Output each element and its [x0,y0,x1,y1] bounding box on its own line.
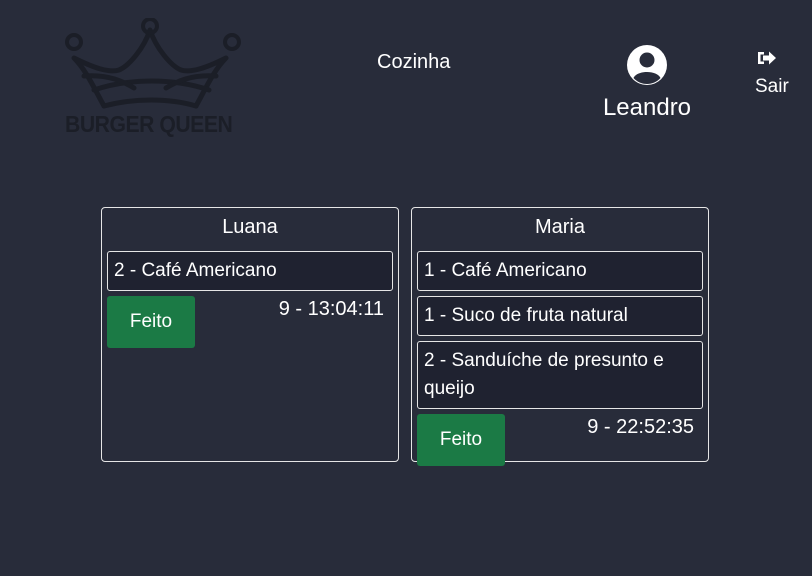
kitchen-page: BURGER QUEEN Cozinha Leandro Sair Luana … [0,0,812,576]
order-item: 2 - Sanduíche de presunto e queijo [417,341,703,409]
order-time: 9 - 22:52:35 [587,416,694,438]
user-name: Leandro [602,94,692,121]
logo-text: BURGER QUEEN [65,111,233,137]
user-circle-icon [627,45,667,85]
logout-button[interactable]: Sair [755,49,789,98]
page-title: Cozinha [377,51,451,73]
order-card: Luana 2 - Café Americano Feito 9 - 13:04… [101,207,399,462]
order-card: Maria 1 - Café Americano 1 - Suco de fru… [411,207,709,466]
order-items: 2 - Café Americano [107,251,393,291]
order-items: 1 - Café Americano 1 - Suco de fruta nat… [417,251,703,409]
client-name: Luana [222,216,278,238]
order-item: 1 - Café Americano [417,251,703,291]
brand-logo: BURGER QUEEN [64,18,246,140]
sign-out-icon [758,51,776,65]
order-footer: Feito 9 - 22:52:35 [417,414,703,466]
logout-label[interactable]: Sair [755,76,789,98]
order-time: 9 - 13:04:11 [278,298,384,320]
crown-icon [65,18,241,109]
user-profile: Leandro [596,44,698,122]
done-button[interactable]: Feito [417,414,505,466]
client-name: Maria [534,216,585,238]
order-item: 2 - Café Americano [107,251,393,291]
order-footer: Feito 9 - 13:04:11 [107,296,393,348]
done-button[interactable]: Feito [107,296,195,348]
order-item: 1 - Suco de fruta natural [417,296,703,336]
